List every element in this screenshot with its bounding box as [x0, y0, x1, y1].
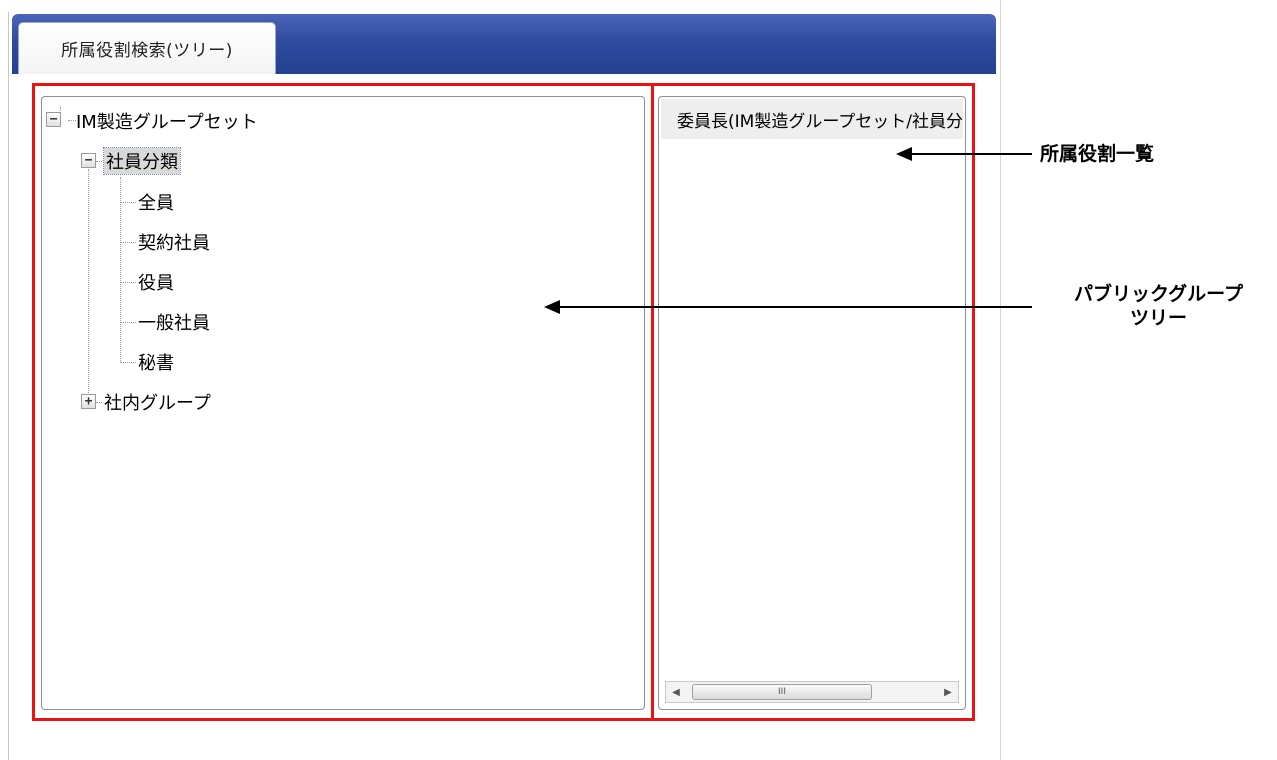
tree-node-child[interactable]: 全員: [138, 188, 174, 216]
scroll-thumb-grip: III: [778, 687, 786, 697]
scroll-thumb[interactable]: III: [692, 684, 872, 700]
tree-connector: [96, 161, 102, 162]
collapse-icon[interactable]: −: [46, 112, 61, 127]
tree-connector: [120, 282, 136, 283]
tree-node-child[interactable]: 一般社員: [138, 308, 210, 336]
expand-icon[interactable]: +: [81, 394, 96, 409]
page-frame-right: [1000, 0, 1001, 760]
horizontal-scrollbar[interactable]: ◀ III ▶: [665, 681, 959, 703]
tree-node-child[interactable]: 役員: [138, 268, 174, 296]
page-frame-left: [8, 12, 9, 760]
label-role-list: 所属役割一覧: [1040, 143, 1155, 165]
tree-connector: [120, 242, 136, 243]
scroll-right-icon[interactable]: ▶: [938, 682, 958, 702]
tree-node-label: 秘書: [138, 353, 174, 374]
label-public-group-tree: パブリックグループ ツリー: [1046, 282, 1271, 330]
tree-node-label: 一般社員: [138, 313, 210, 334]
tree-node-label: 役員: [138, 273, 174, 294]
tree-connector: [120, 202, 136, 203]
collapse-icon[interactable]: −: [81, 153, 96, 168]
tab-label: 所属役割検索(ツリー): [61, 41, 233, 61]
tree-node-label: 社員分類: [103, 147, 181, 175]
tree-connector: [120, 322, 136, 323]
tree-node-child[interactable]: 契約社員: [138, 228, 210, 256]
tree-connector: [120, 177, 121, 363]
list-item[interactable]: 委員長(IM製造グループセット/社員分類): [661, 99, 963, 139]
tab-role-search-tree[interactable]: 所属役割検索(ツリー): [18, 22, 276, 74]
tree-connector: [88, 169, 89, 399]
tree-node-root[interactable]: IM製造グループセット: [76, 107, 258, 135]
tree-node-child[interactable]: 秘書: [138, 348, 174, 376]
tree-node-employee-category[interactable]: 社員分類: [103, 147, 181, 175]
scroll-left-icon[interactable]: ◀: [666, 682, 686, 702]
tree-connector: [68, 120, 76, 121]
tree-connector: [120, 362, 136, 363]
tree-node-internal-group[interactable]: 社内グループ: [104, 388, 211, 416]
arrow-line: [910, 153, 1032, 155]
tree-node-label: IM製造グループセット: [76, 112, 258, 133]
label-public-group-tree-line2: ツリー: [1129, 307, 1187, 329]
role-list: 委員長(IM製造グループセット/社員分類) ◀ III ▶: [658, 96, 966, 710]
list-item-label: 委員長(IM製造グループセット/社員分類): [677, 111, 963, 132]
tree-node-label: 全員: [138, 193, 174, 214]
tree-node-label: 契約社員: [138, 233, 210, 254]
public-group-tree: − IM製造グループセット − 社員分類 全員 契約社員 役員 一般社員 秘書 …: [41, 96, 645, 710]
label-public-group-tree-line1: パブリックグループ: [1073, 283, 1244, 305]
arrow-line: [558, 306, 1032, 308]
tree-node-label: 社内グループ: [104, 393, 211, 414]
tree-connector: [96, 402, 102, 403]
